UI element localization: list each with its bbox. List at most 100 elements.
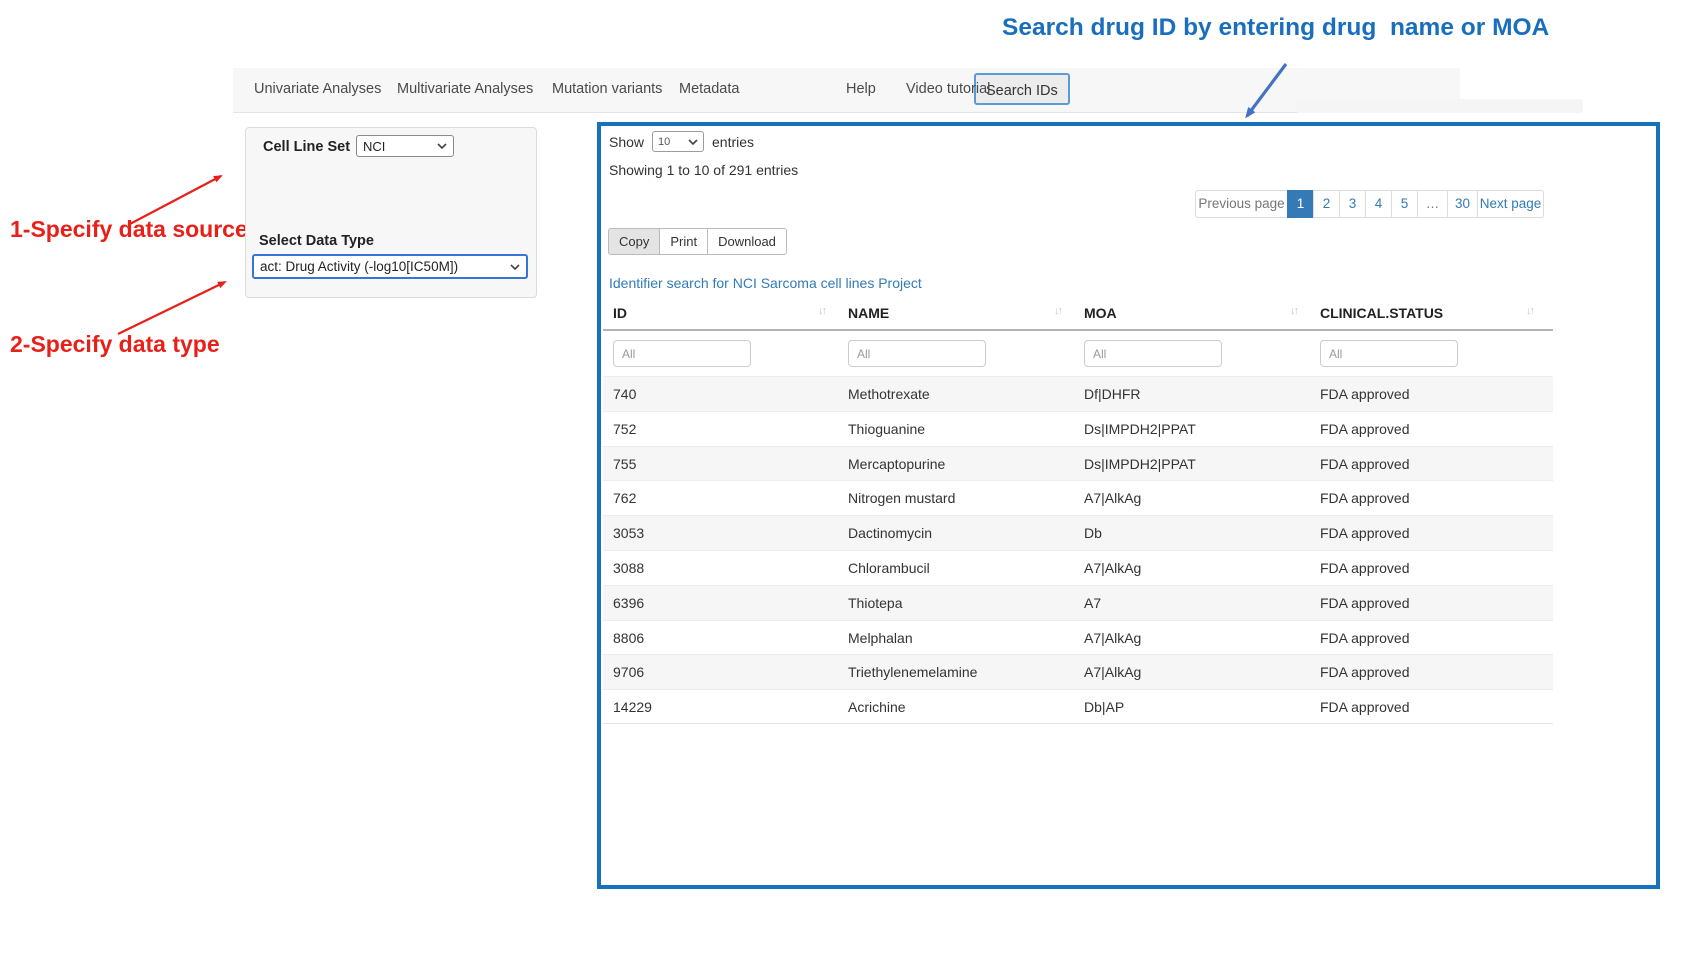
cell-status: FDA approved <box>1320 630 1410 646</box>
cell-id: 740 <box>613 386 636 402</box>
cell-status: FDA approved <box>1320 525 1410 541</box>
previous-page-button[interactable]: Previous page <box>1195 190 1288 218</box>
cell-moa: Db|AP <box>1084 699 1124 715</box>
sort-icon[interactable]: ↓↑ <box>1054 305 1061 317</box>
table-row[interactable]: 6396 Thiotepa A7 FDA approved <box>603 585 1553 620</box>
download-button[interactable]: Download <box>707 228 787 255</box>
export-buttons: Copy Print Download <box>608 228 787 255</box>
table-row[interactable]: 762 Nitrogen mustard A7|AlkAg FDA approv… <box>603 480 1553 515</box>
cell-name: Methotrexate <box>848 386 930 402</box>
entries-label: entries <box>712 134 754 150</box>
chevron-down-icon <box>688 139 698 145</box>
table-row[interactable]: 752 Thioguanine Ds|IMPDH2|PPAT FDA appro… <box>603 411 1553 446</box>
table-row[interactable]: 3053 Dactinomycin Db FDA approved <box>603 515 1553 550</box>
table-row[interactable]: 740 Methotrexate Df|DHFR FDA approved <box>603 376 1553 411</box>
cell-line-set-label: Cell Line Set <box>263 139 350 155</box>
cell-name: Chlorambucil <box>848 560 930 576</box>
page-size-select[interactable]: 10 <box>652 131 704 152</box>
table-row[interactable]: 755 Mercaptopurine Ds|IMPDH2|PPAT FDA ap… <box>603 446 1553 481</box>
identifier-search-link[interactable]: Identifier search for NCI Sarcoma cell l… <box>609 275 922 291</box>
data-type-label: Select Data Type <box>259 233 374 249</box>
cell-name: Dactinomycin <box>848 525 932 541</box>
page-button-1[interactable]: 1 <box>1287 190 1314 218</box>
cell-name: Thiotepa <box>848 595 902 611</box>
showing-info: Showing 1 to 10 of 291 entries <box>609 162 798 178</box>
tab-metadata[interactable]: Metadata <box>679 81 739 97</box>
cell-name: Nitrogen mustard <box>848 490 955 506</box>
sort-icon[interactable]: ↓↑ <box>1526 305 1533 317</box>
cell-status: FDA approved <box>1320 490 1410 506</box>
tab-video-tutorial[interactable]: Video tutorial <box>906 81 990 97</box>
cell-id: 3088 <box>613 560 644 576</box>
page-button-3[interactable]: 3 <box>1339 190 1366 218</box>
filter-input-status[interactable] <box>1320 340 1458 367</box>
column-header-name[interactable]: NAME <box>848 305 889 321</box>
next-page-button[interactable]: Next page <box>1477 190 1544 218</box>
data-type-value: act: Drug Activity (-log10[IC50M]) <box>260 259 458 274</box>
page-button-30[interactable]: 30 <box>1447 190 1478 218</box>
cell-status: FDA approved <box>1320 699 1410 715</box>
annotation-step1: 1-Specify data source <box>10 216 248 243</box>
navbar: Univariate Analyses Multivariate Analyse… <box>233 68 1460 113</box>
cell-line-set-select[interactable]: NCI <box>356 135 454 157</box>
cell-moa: A7|AlkAg <box>1084 490 1141 506</box>
column-header-status[interactable]: CLINICAL.STATUS <box>1320 305 1443 321</box>
cell-status: FDA approved <box>1320 456 1410 472</box>
column-header-moa[interactable]: MOA <box>1084 305 1117 321</box>
sort-icon[interactable]: ↓↑ <box>1290 305 1297 317</box>
cell-status: FDA approved <box>1320 560 1410 576</box>
cell-name: Melphalan <box>848 630 913 646</box>
toolbar-strip <box>1296 99 1583 113</box>
page-ellipsis: … <box>1417 190 1448 218</box>
cell-moa: Db <box>1084 525 1102 541</box>
table-row[interactable]: 14229 Acrichine Db|AP FDA approved <box>603 689 1553 724</box>
cell-status: FDA approved <box>1320 421 1410 437</box>
table-row[interactable]: 9706 Triethylenemelamine A7|AlkAg FDA ap… <box>603 654 1553 689</box>
table-row[interactable]: 8806 Melphalan A7|AlkAg FDA approved <box>603 620 1553 655</box>
column-header-id[interactable]: ID <box>613 305 627 321</box>
cell-id: 9706 <box>613 664 644 680</box>
cell-id: 6396 <box>613 595 644 611</box>
cell-moa: Ds|IMPDH2|PPAT <box>1084 456 1196 472</box>
table-row[interactable]: 3088 Chlorambucil A7|AlkAg FDA approved <box>603 550 1553 585</box>
tab-help[interactable]: Help <box>846 81 876 97</box>
cell-line-set-value: NCI <box>363 139 385 154</box>
cell-id: 752 <box>613 421 636 437</box>
cell-id: 8806 <box>613 630 644 646</box>
cell-name: Mercaptopurine <box>848 456 945 472</box>
cell-name: Triethylenemelamine <box>848 664 977 680</box>
tab-mutation-variants[interactable]: Mutation variants <box>552 81 662 97</box>
copy-button[interactable]: Copy <box>608 228 660 255</box>
cell-moa: Ds|IMPDH2|PPAT <box>1084 421 1196 437</box>
page-button-5[interactable]: 5 <box>1391 190 1418 218</box>
cell-name: Acrichine <box>848 699 906 715</box>
page-button-4[interactable]: 4 <box>1365 190 1392 218</box>
cell-moa: A7|AlkAg <box>1084 630 1141 646</box>
chevron-down-icon <box>437 143 447 149</box>
tab-univariate-analyses[interactable]: Univariate Analyses <box>254 81 381 97</box>
cell-status: FDA approved <box>1320 664 1410 680</box>
filter-input-moa[interactable] <box>1084 340 1222 367</box>
print-button[interactable]: Print <box>659 228 708 255</box>
cell-status: FDA approved <box>1320 595 1410 611</box>
cell-name: Thioguanine <box>848 421 925 437</box>
sort-icon[interactable]: ↓↑ <box>818 305 825 317</box>
page: Search drug ID by entering drug name or … <box>0 0 1700 956</box>
filter-input-name[interactable] <box>848 340 986 367</box>
filter-input-id[interactable] <box>613 340 751 367</box>
cell-moa: A7|AlkAg <box>1084 560 1141 576</box>
cell-id: 14229 <box>613 699 652 715</box>
cell-line-set-row: Cell Line Set NCI <box>263 138 350 162</box>
annotation-title: Search drug ID by entering drug name or … <box>1002 14 1549 42</box>
data-type-select[interactable]: act: Drug Activity (-log10[IC50M]) <box>252 254 528 279</box>
sidebar-panel: Cell Line Set NCI Select Data Type act: … <box>245 127 537 298</box>
pagination: Previous page 1 2 3 4 5 … 30 Next page <box>1195 190 1544 218</box>
cell-id: 755 <box>613 456 636 472</box>
tab-multivariate-analyses[interactable]: Multivariate Analyses <box>397 81 533 97</box>
cell-moa: A7|AlkAg <box>1084 664 1141 680</box>
cell-moa: A7 <box>1084 595 1101 611</box>
table-header-divider <box>603 329 1553 331</box>
cell-id: 762 <box>613 490 636 506</box>
page-button-2[interactable]: 2 <box>1313 190 1340 218</box>
show-label: Show <box>609 134 644 150</box>
